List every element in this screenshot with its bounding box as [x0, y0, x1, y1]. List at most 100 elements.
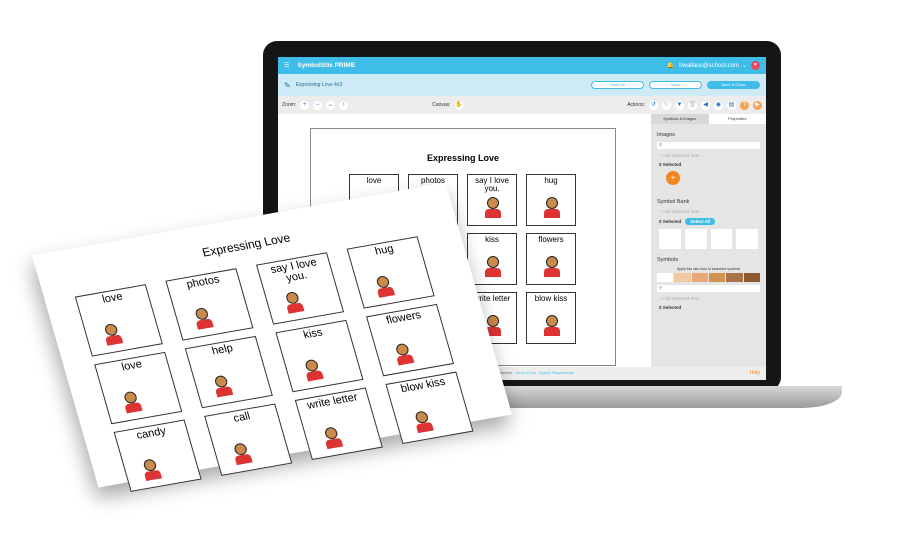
speaker-icon[interactable]: ◀ — [701, 100, 710, 110]
document-title[interactable]: Expressing Love 4x3 — [296, 82, 342, 88]
help-button[interactable]: ◌ Help — [745, 370, 760, 376]
bell-icon[interactable]: 🔔 — [667, 62, 674, 69]
skin-tone-swatch[interactable] — [708, 273, 726, 282]
zoom-out-icon[interactable]: − — [313, 100, 323, 110]
chevron-down-icon[interactable]: ⌄ — [742, 62, 747, 69]
symbol-label: candy — [135, 425, 168, 442]
filter-icon[interactable]: ▼ — [675, 100, 684, 110]
images-selected-count: 0 Selected — [659, 162, 682, 167]
symbol-figure — [483, 197, 503, 219]
zoom-label: Zoom: — [282, 102, 297, 108]
add-image-button[interactable]: + — [666, 171, 680, 185]
brand-logo: SymbolStix PRIME — [297, 62, 356, 69]
images-heading[interactable]: Images — [657, 132, 766, 138]
zoom-in-icon[interactable]: + — [300, 100, 310, 110]
title-bar: ✎ Expressing Love 4x3 Save As Save Save … — [278, 74, 766, 96]
trash-icon[interactable]: 🗑 — [688, 100, 697, 110]
skin-tone-label: Apply this skin tone to searched symbols — [676, 267, 741, 271]
symbols-heading[interactable]: Symbols — [657, 257, 766, 263]
system-requirements-link[interactable]: System Requirements — [539, 371, 573, 375]
add-selected-images[interactable]: + Add Selected Item — [659, 153, 758, 158]
add-selected-bank[interactable]: + Add Selected Item — [659, 209, 758, 214]
bank-selected-count: 0 Selected — [659, 219, 682, 224]
symbol-label: love — [366, 176, 382, 185]
skin-tone-swatch[interactable] — [743, 273, 760, 282]
skin-tone-swatch[interactable] — [657, 273, 674, 282]
skin-tone-swatch[interactable] — [674, 273, 691, 282]
help-label: Help — [749, 370, 760, 376]
symbol-cell[interactable]: write letter — [294, 387, 383, 460]
skin-tone-swatch[interactable] — [691, 273, 708, 282]
symbol-figure — [190, 306, 216, 331]
symbol-figure — [229, 442, 255, 467]
symbol-label: photos — [185, 273, 221, 291]
menu-icon[interactable]: ☰ — [284, 62, 289, 69]
symbol-cell[interactable]: love — [94, 351, 183, 425]
skin-tone-swatch[interactable] — [726, 273, 743, 282]
symbol-cell[interactable]: kiss — [275, 319, 364, 393]
symbol-cell[interactable]: kiss — [467, 233, 517, 285]
fit-height-icon[interactable]: ↕ — [339, 100, 349, 110]
print-icon[interactable]: ▤ — [727, 100, 736, 110]
symbol-figure — [542, 256, 562, 278]
symbol-label: hug — [544, 176, 558, 185]
symbol-cell[interactable]: hug — [526, 174, 576, 226]
tab-properties[interactable]: Properties — [708, 114, 766, 124]
symbol-thumb[interactable] — [736, 229, 758, 249]
symbol-figure — [320, 426, 346, 451]
symbol-thumb[interactable] — [684, 229, 707, 249]
save-as-button[interactable]: Save As — [591, 81, 644, 89]
symbol-figure — [542, 315, 562, 337]
symbol-cell[interactable]: call — [204, 403, 293, 476]
symbol-cell[interactable]: blow kiss — [385, 371, 474, 444]
actions-label: Actions: — [627, 102, 645, 108]
symbol-cell[interactable]: hug — [346, 236, 435, 309]
symbol-cell[interactable]: help — [184, 335, 273, 409]
symbol-thumb[interactable] — [659, 229, 681, 249]
symbol-label: love — [100, 290, 125, 306]
symbol-bank-heading[interactable]: Symbol Bank — [657, 199, 766, 205]
terms-link[interactable]: Terms of Use — [516, 371, 537, 375]
user-menu[interactable]: bwallace@school.com — [679, 63, 739, 69]
symbol-label: blow kiss — [534, 294, 568, 303]
undo-icon[interactable]: ↺ — [649, 100, 658, 110]
symbol-cell[interactable]: say I love you. — [255, 252, 345, 325]
symbol-cell[interactable]: photos — [165, 268, 254, 341]
top-bar: ☰ SymbolStix PRIME 🔔 bwallace@school.com… — [278, 57, 766, 74]
symbol-figure — [371, 274, 397, 299]
symbol-figure — [210, 374, 236, 399]
symbols-search-input[interactable]: ⚲ — [657, 285, 760, 292]
redo-icon[interactable]: ↻ — [662, 100, 671, 110]
symbol-cell[interactable]: flowers — [526, 233, 576, 285]
symbol-cell[interactable]: candy — [113, 419, 202, 492]
eye-icon[interactable]: ◉ — [714, 100, 723, 110]
save-button[interactable]: Save — [649, 81, 702, 89]
symbol-label: flowers — [384, 309, 423, 327]
symbol-figure — [119, 390, 145, 415]
images-search-input[interactable]: ⚲ — [657, 142, 760, 149]
heart-icon[interactable]: ♥ — [751, 61, 760, 70]
save-close-button[interactable]: Save & Close — [707, 81, 760, 89]
symbol-label: kiss — [485, 235, 499, 244]
fit-width-icon[interactable]: ↔ — [326, 100, 336, 110]
symbol-figure — [391, 342, 417, 367]
symbol-cell[interactable]: say I love you. — [467, 174, 517, 226]
symbol-figure — [300, 358, 326, 383]
play-icon[interactable]: ▶ — [753, 100, 762, 110]
select-all-button[interactable]: Select All — [685, 218, 716, 225]
add-selected-symbols[interactable]: + Add Selected Item — [659, 296, 758, 301]
symbol-thumb[interactable] — [710, 229, 733, 249]
symbol-figure — [100, 322, 126, 347]
symbol-cell[interactable]: blow kiss — [526, 292, 576, 344]
pencil-icon[interactable]: ✎ — [284, 81, 291, 90]
hand-icon[interactable]: ✋ — [454, 100, 464, 110]
symbol-cell[interactable]: flowers — [365, 303, 455, 377]
board-title: Expressing Love — [426, 153, 500, 163]
toolbar: Zoom: + − ↔ ↕ Canvas: ✋ Actions: ↺ ↻ ▼ 🗑… — [278, 96, 766, 114]
tab-symbols-images[interactable]: Symbols & Images — [651, 114, 709, 124]
symbol-label: kiss — [302, 326, 325, 342]
symbol-figure — [483, 256, 503, 278]
symbol-label: love — [120, 358, 144, 374]
symbol-cell[interactable]: love — [74, 284, 163, 357]
help-icon[interactable]: ? — [740, 100, 749, 110]
